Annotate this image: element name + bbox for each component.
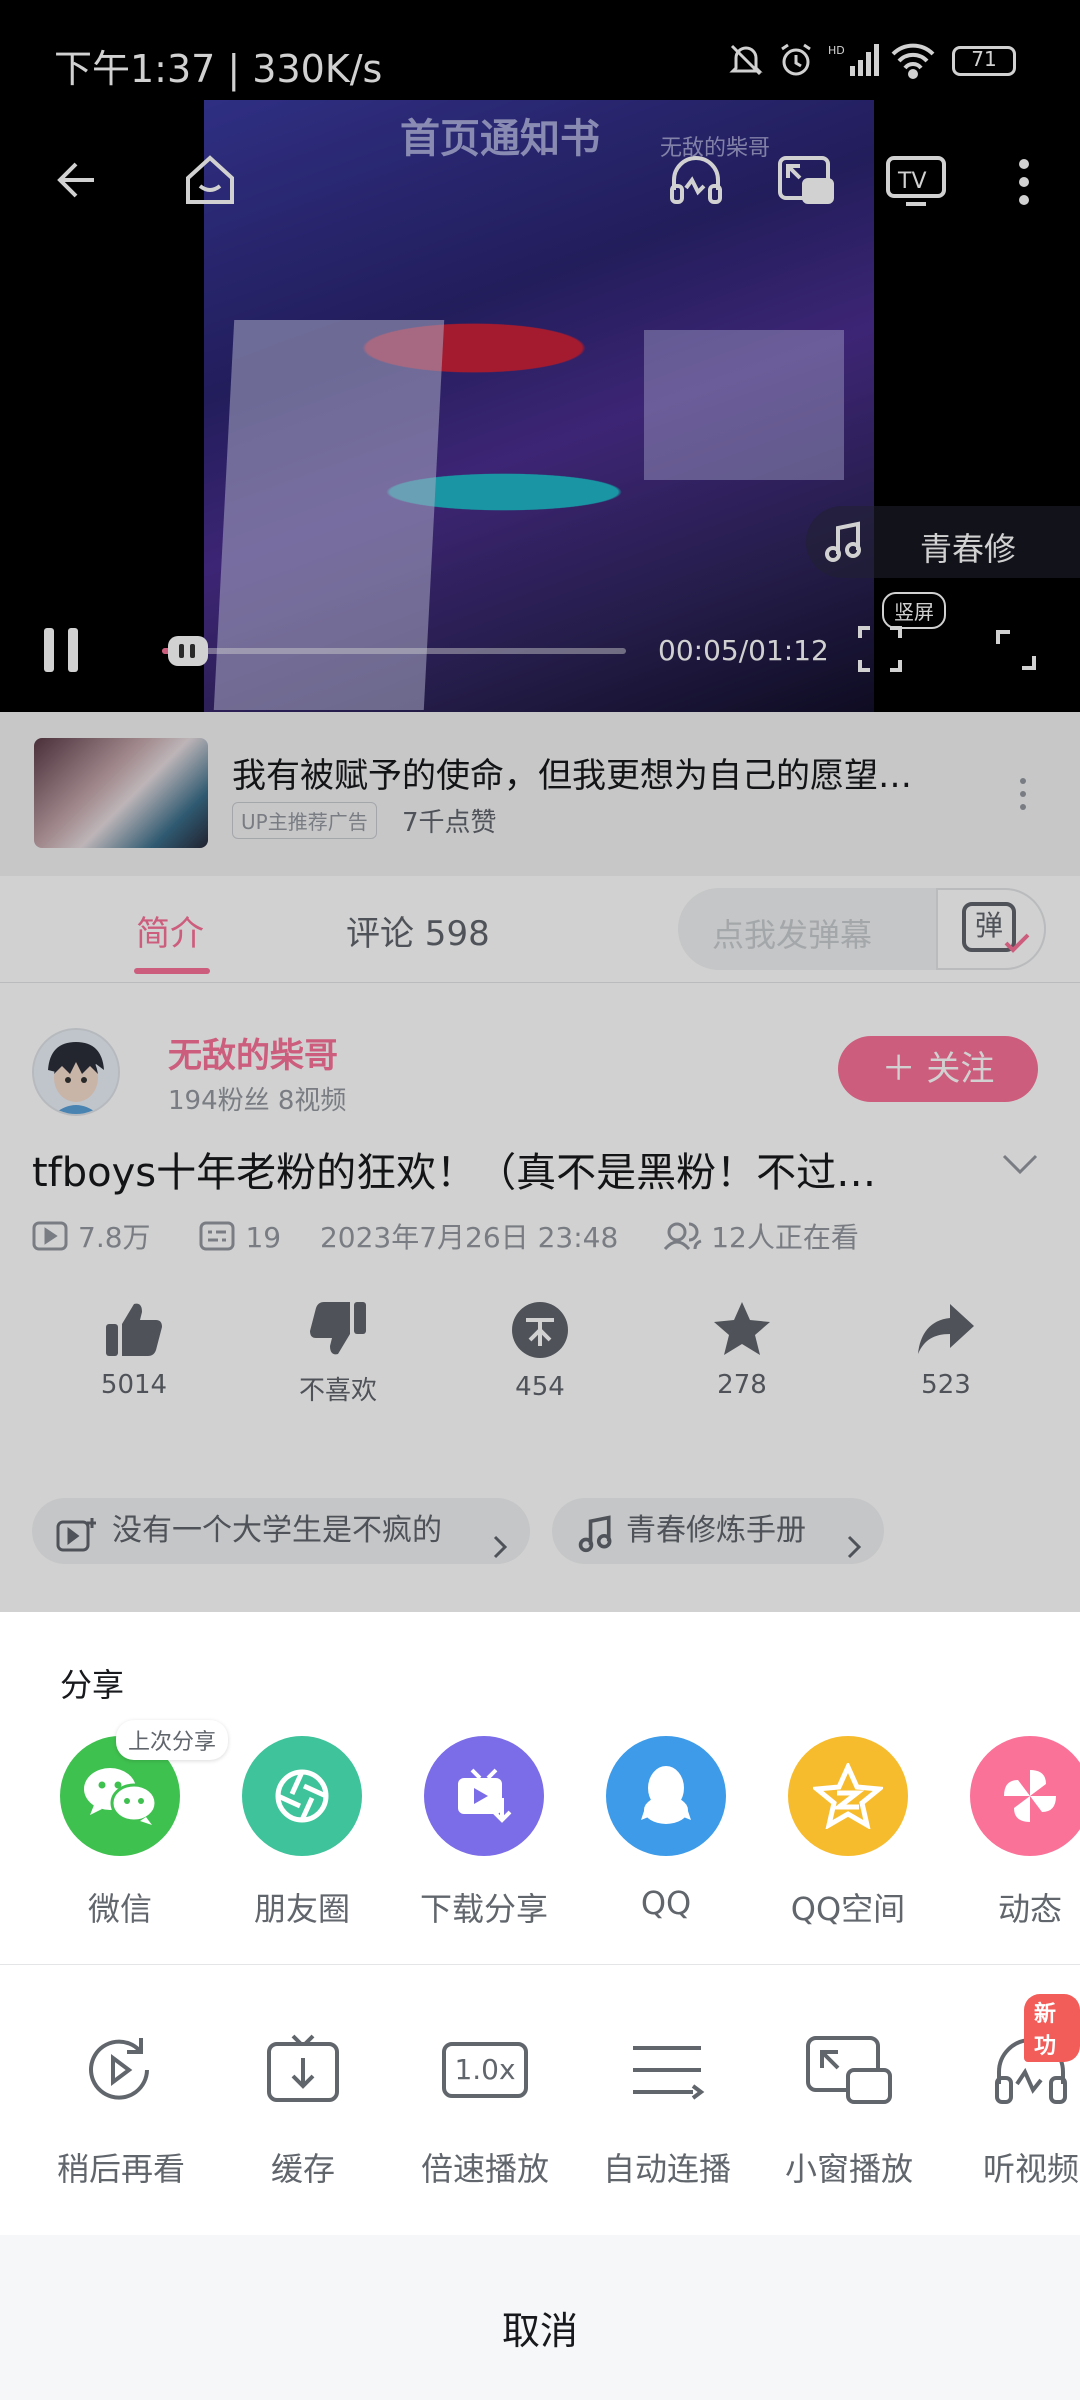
qq-penguin-icon [606,1736,726,1856]
share-download-label: 下载分享 [419,1890,548,1928]
cache-label: 缓存 [270,2150,335,2188]
cache-download-icon [257,2030,349,2110]
share-qzone-label: QQ空间 [790,1890,906,1928]
share-dynamic-label: 动态 [997,1890,1062,1928]
mini-window-label: 小窗播放 [784,2150,913,2188]
playback-speed-label: 倍速播放 [420,2150,549,2188]
share-moments[interactable]: 朋友圈 [222,1736,382,1930]
share-download[interactable]: 下载分享 [404,1736,564,1930]
share-wechat-label: 微信 [87,1890,152,1928]
speed-text: 1.0x [442,2042,528,2098]
autoplay-button[interactable]: 自动连播 [582,2030,752,2190]
watch-later-label: 稍后再看 [56,2150,185,2188]
new-feature-badge: 新功 [1024,1994,1080,2062]
mini-window-icon [803,2030,895,2110]
share-wechat[interactable]: 微信 [40,1736,200,1930]
share-heading: 分享 [60,1666,125,1704]
last-share-badge: 上次分享 [116,1720,229,1760]
pinwheel-icon [970,1736,1080,1856]
speed-icon: 1.0x [439,2030,531,2110]
share-moments-label: 朋友圈 [253,1890,350,1928]
moments-aperture-icon [242,1736,362,1856]
share-qq-label: QQ [640,1884,692,1922]
share-qzone[interactable]: QQ空间 [768,1736,928,1930]
mini-window-button[interactable]: 小窗播放 [764,2030,934,2190]
playback-speed-button[interactable]: 1.0x 倍速播放 [400,2030,570,2190]
download-share-icon [424,1736,544,1856]
qzone-star-icon [788,1736,908,1856]
watch-later-icon [75,2030,167,2110]
listen-video-label: 听视频 [982,2150,1079,2188]
cache-button[interactable]: 缓存 [218,2030,388,2190]
share-qq[interactable]: QQ [586,1736,746,1922]
cancel-button[interactable]: 取消 [0,2300,1080,2355]
modal-dim-overlay[interactable] [0,0,1080,1612]
watch-later-button[interactable]: 稍后再看 [36,2030,206,2190]
autoplay-list-icon [621,2030,713,2110]
share-dynamic[interactable]: 动态 [950,1736,1080,1930]
autoplay-label: 自动连播 [602,2150,731,2188]
